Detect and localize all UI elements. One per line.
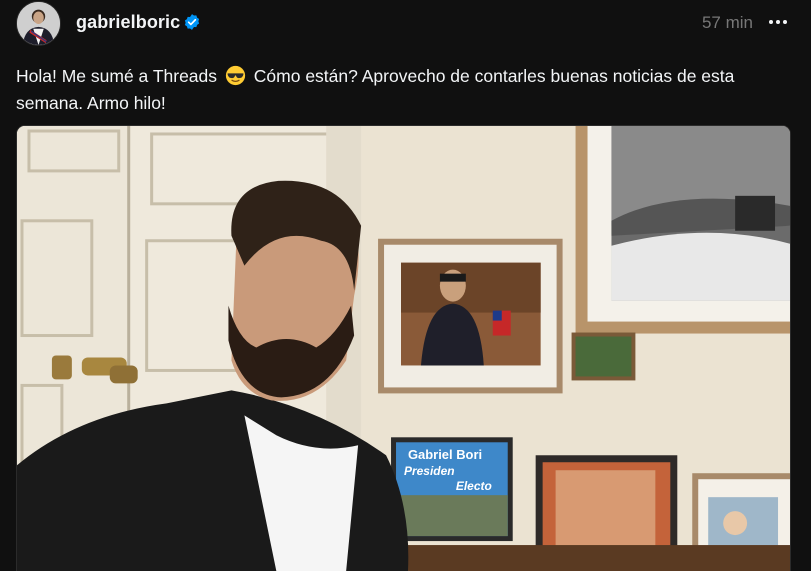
post-text: Hola! Me sumé a Threads Cómo están? Apro… [16, 63, 791, 117]
profile-avatar[interactable] [16, 1, 61, 46]
avatar-image [17, 2, 60, 45]
sunglasses-emoji-icon [225, 65, 246, 86]
photo-image: Gabriel Bori Presiden Electo [17, 126, 790, 571]
post-photo[interactable]: Gabriel Bori Presiden Electo [16, 125, 791, 571]
photo-sign-text-3: Electo [456, 479, 492, 493]
more-options-icon[interactable] [767, 12, 789, 32]
username-link[interactable]: gabrielboric [76, 12, 180, 33]
verified-badge-icon [183, 13, 201, 31]
post-text-part-1: Hola! Me sumé a Threads [16, 66, 218, 86]
thread-post: gabrielboric 57 min Hola! Me sumé a Thre… [0, 0, 811, 571]
post-timestamp[interactable]: 57 min [702, 13, 753, 33]
photo-sign-text-1: Gabriel Bori [408, 447, 482, 462]
photo-sign-text-2: Presiden [404, 464, 455, 478]
